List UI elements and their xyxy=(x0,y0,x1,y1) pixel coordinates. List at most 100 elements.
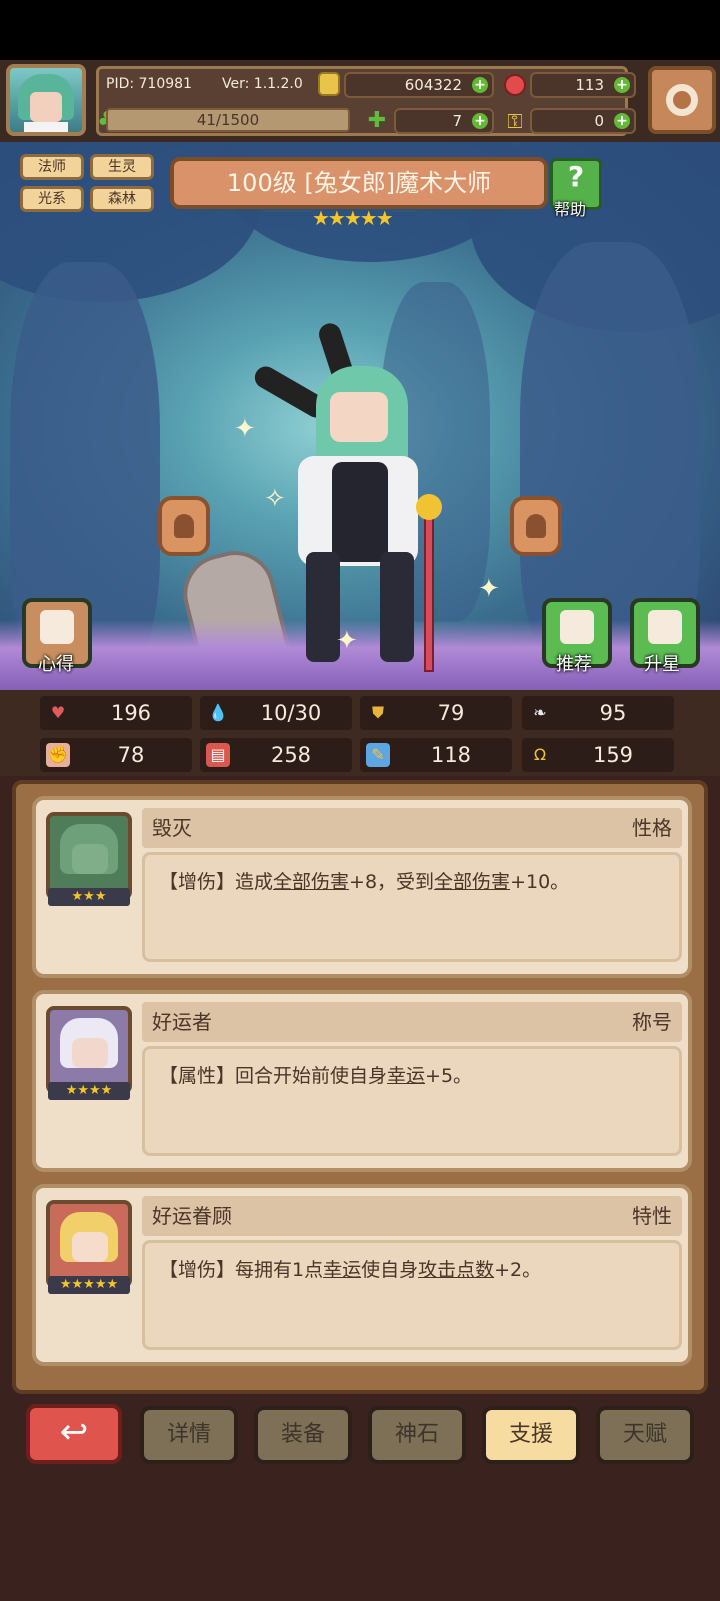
card-type: 称号 xyxy=(632,1010,672,1034)
shield-icon: ⛊ xyxy=(371,703,384,722)
stat-speed: ❧ 95 xyxy=(522,696,674,730)
card-stars: ★★★★ xyxy=(48,1082,130,1100)
avatar-face xyxy=(30,92,62,122)
desc-text: 【增伤】每拥有1点 xyxy=(159,1259,324,1281)
version-text: Ver: 1.1.2.0 xyxy=(222,76,303,92)
support-card-personality[interactable]: ★★★ 毁灭 性格 【增伤】造成全部伤害+8，受到全部伤害+10。 xyxy=(32,796,692,978)
card-name: 好运者 xyxy=(152,1010,212,1034)
settings-button[interactable] xyxy=(648,66,716,134)
desc-text: +5。 xyxy=(425,1065,473,1087)
card-description: 【属性】回合开始前使自身幸运+5。 xyxy=(159,1061,472,1088)
desc-text: 【增伤】造成 xyxy=(159,871,274,893)
support-card-trait[interactable]: ★★★★★ 好运眷顾 特性 【增伤】每拥有1点幸运使自身攻击点数+2。 xyxy=(32,1184,692,1366)
keyword-link[interactable]: 全部伤害 xyxy=(273,871,349,893)
pid-text: PID: 710981 xyxy=(106,76,192,92)
thumbs-up-icon xyxy=(560,610,594,644)
magic-icon: ✎ xyxy=(366,743,390,767)
desc-text: +2。 xyxy=(494,1259,542,1281)
stat-strength: ✊ 78 xyxy=(40,738,192,772)
stat-value: 79 xyxy=(437,701,465,725)
stat-intellect: ▤ 258 xyxy=(200,738,352,772)
card-name: 毁灭 xyxy=(152,816,192,840)
gear-icon xyxy=(666,84,698,116)
horseshoe-icon: Ω xyxy=(533,745,547,764)
sparkle-icon: ✦ xyxy=(336,626,358,656)
tab-equipment[interactable]: 装备 xyxy=(254,1406,352,1464)
key-icon: ⚿ xyxy=(507,109,523,133)
next-hero-arrow-icon[interactable] xyxy=(510,496,562,556)
gold-coin-icon xyxy=(318,72,340,96)
tag-element: 光系 xyxy=(20,186,84,212)
notes-label: 心得 xyxy=(38,654,74,675)
card-portrait xyxy=(46,812,132,900)
wing-icon: ❧ xyxy=(533,703,547,722)
stat-value: 10/30 xyxy=(260,701,322,725)
hero-cane xyxy=(424,502,434,672)
hero-face xyxy=(330,392,388,442)
keyword-link[interactable]: 全部伤害 xyxy=(434,871,510,893)
card-body: 【属性】回合开始前使自身幸运+5。 xyxy=(142,1046,682,1156)
desc-text: +10。 xyxy=(510,871,570,893)
card-body: 【增伤】每拥有1点幸运使自身攻击点数+2。 xyxy=(142,1240,682,1350)
card-stars: ★★★★★ xyxy=(48,1276,130,1294)
return-arrow-icon: ↩ xyxy=(59,1412,89,1452)
hero-leg xyxy=(306,552,340,662)
tag-class: 法师 xyxy=(20,154,84,180)
gold-value: 604322 xyxy=(404,76,462,94)
sparkle-icon: ✦ xyxy=(478,574,500,604)
card-portrait xyxy=(46,1200,132,1288)
tab-support[interactable]: 支援 xyxy=(482,1406,580,1464)
tag-race: 生灵 xyxy=(90,154,154,180)
back-button[interactable]: ↩ xyxy=(26,1404,122,1464)
portrait-face xyxy=(72,844,108,874)
exp-value: 41/1500 xyxy=(196,111,260,129)
stat-value: 159 xyxy=(592,743,634,767)
keyword-link[interactable]: 幸运 xyxy=(387,1065,425,1087)
portrait-face xyxy=(72,1232,108,1262)
stat-mana: 💧 10/30 xyxy=(200,696,352,730)
tab-god-stone[interactable]: 神石 xyxy=(368,1406,466,1464)
notebook-icon xyxy=(40,610,74,644)
add-clover-button[interactable]: + xyxy=(472,113,488,129)
hero-leg xyxy=(380,552,414,662)
tab-details[interactable]: 详情 xyxy=(140,1406,238,1464)
sparkle-icon: ✦ xyxy=(234,414,256,444)
hero-character[interactable] xyxy=(250,320,456,682)
star-badge-icon xyxy=(648,610,682,644)
card-type: 性格 xyxy=(632,816,672,840)
heart-icon: ♥ xyxy=(50,703,66,722)
mana-drop-icon: 💧 xyxy=(208,703,228,722)
star-up-label: 升星 xyxy=(644,654,680,675)
card-body: 【增伤】造成全部伤害+8，受到全部伤害+10。 xyxy=(142,852,682,962)
sparkle-icon: ✧ xyxy=(264,484,286,514)
gold-counter: 604322 + xyxy=(344,72,494,98)
desc-text: +8，受到 xyxy=(349,871,435,893)
add-gem-button[interactable]: + xyxy=(614,77,630,93)
support-card-title[interactable]: ★★★★ 好运者 称号 【属性】回合开始前使自身幸运+5。 xyxy=(32,990,692,1172)
add-key-button[interactable]: + xyxy=(614,113,630,129)
cane-head xyxy=(416,494,442,520)
recommend-label: 推荐 xyxy=(556,654,592,675)
keyword-link[interactable]: 幸运 xyxy=(323,1259,361,1281)
stat-value: 95 xyxy=(599,701,627,725)
clover-counter: 7 + xyxy=(394,108,494,134)
stat-value: 118 xyxy=(430,743,472,767)
card-type: 特性 xyxy=(632,1204,672,1228)
card-header: 毁灭 性格 xyxy=(142,808,682,848)
keyword-link[interactable]: 攻击点数 xyxy=(418,1259,494,1281)
stat-hp: ♥ 196 xyxy=(40,696,192,730)
prev-hero-arrow-icon[interactable] xyxy=(158,496,210,556)
game-screen: PID: 710981 Ver: 1.1.2.0 604322 + 113 + … xyxy=(0,0,720,1601)
stat-magic: ✎ 118 xyxy=(360,738,512,772)
card-header: 好运者 称号 xyxy=(142,1002,682,1042)
tab-talent[interactable]: 天赋 xyxy=(596,1406,694,1464)
add-gold-button[interactable]: + xyxy=(472,77,488,93)
fist-icon: ✊ xyxy=(46,743,70,767)
stat-value: 258 xyxy=(270,743,312,767)
desc-text: 【属性】回合开始前使自身 xyxy=(159,1065,388,1087)
avatar-body xyxy=(24,122,68,132)
card-description: 【增伤】每拥有1点幸运使自身攻击点数+2。 xyxy=(159,1255,541,1282)
red-gem-icon xyxy=(504,74,526,96)
stat-value: 196 xyxy=(110,701,152,725)
player-avatar[interactable] xyxy=(6,64,86,136)
